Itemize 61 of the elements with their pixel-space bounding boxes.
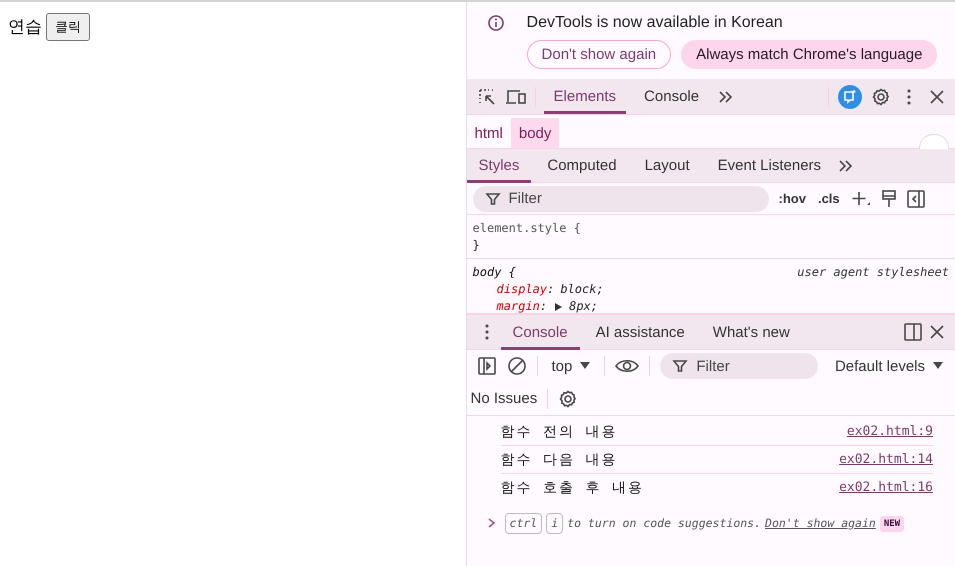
filter-input[interactable]: Filter [696,358,806,374]
css-colon: : [547,281,554,298]
sidebar-tab[interactable]: Computed [535,148,629,183]
page-text: 연습 [8,16,42,39]
chat-icon[interactable] [837,84,863,110]
css-colon: : [540,298,548,313]
click-button[interactable]: 클릭 [46,13,90,41]
caret-icon [933,362,943,370]
source-link[interactable]: ex02.html:14 [839,452,933,467]
filter-field[interactable]: Filter [472,186,769,212]
breadcrumb[interactable]: html [466,118,511,148]
sidebar-icon[interactable] [906,188,926,208]
drawer-tab[interactable]: Console [500,314,580,350]
inspect-icon[interactable] [476,86,497,106]
hint-text: to turn on code suggestions. [567,515,762,532]
sidebar-tab[interactable]: Layout [632,148,702,183]
log-message: 함수 호출 후 내용 [500,478,644,496]
settings-icon[interactable] [558,388,578,408]
info-message: DevTools is now available in Korean [526,14,783,32]
caret-icon [580,362,590,370]
css-value: block; [560,281,604,298]
css-selector: element.style { [472,220,581,237]
key-label: i [546,513,564,534]
filter-input[interactable]: Filter [508,190,757,207]
paint-icon[interactable] [880,188,898,208]
sidebar-tab[interactable]: Event Listeners [706,148,834,183]
issues-text: No Issues [470,390,538,407]
log-message: 함수 전의 내용 [500,422,618,440]
sidebar-tab[interactable]: Styles [466,148,532,183]
context-dropdown[interactable]: top [548,358,594,374]
filter-icon [484,190,501,206]
stylesheet-origin: user agent stylesheet [797,264,949,281]
prompt-icon [486,517,497,529]
expand-icon[interactable] [553,302,564,312]
filter-icon [672,358,688,374]
closing-brace: } [472,237,481,254]
breadcrumb[interactable]: body [510,118,560,148]
info-icon [486,14,505,32]
toggle-button[interactable]: :hov [776,191,808,206]
source-link[interactable]: ex02.html:16 [839,480,933,495]
new-badge: NEW [880,516,904,532]
clear-icon[interactable] [506,356,527,376]
dismiss-link[interactable]: Don't show again [765,514,876,533]
key-label: ctrl [504,513,542,534]
css-property: margin [496,298,540,313]
toggle-button[interactable]: .cls [816,191,842,206]
drawer-tab[interactable]: What's new [700,314,802,350]
css-selector: body { [472,264,516,281]
dock-icon[interactable] [903,322,923,342]
panel-tab[interactable]: Console [634,79,710,114]
filter-field[interactable]: Filter [660,353,818,379]
source-link[interactable]: ex02.html:9 [846,424,933,439]
dismiss-button[interactable]: Don't show again [526,40,672,69]
sidebar-icon[interactable] [476,356,497,376]
log-message: 함수 다음 내용 [500,450,618,468]
css-property: display [496,281,548,298]
levels-dropdown[interactable]: Default levels [830,358,947,374]
drawer-tab[interactable]: AI assistance [584,314,697,350]
settings-icon[interactable] [871,86,891,106]
match-language-button[interactable]: Always match Chrome's language [681,40,938,69]
css-value: 8px; [569,298,598,313]
